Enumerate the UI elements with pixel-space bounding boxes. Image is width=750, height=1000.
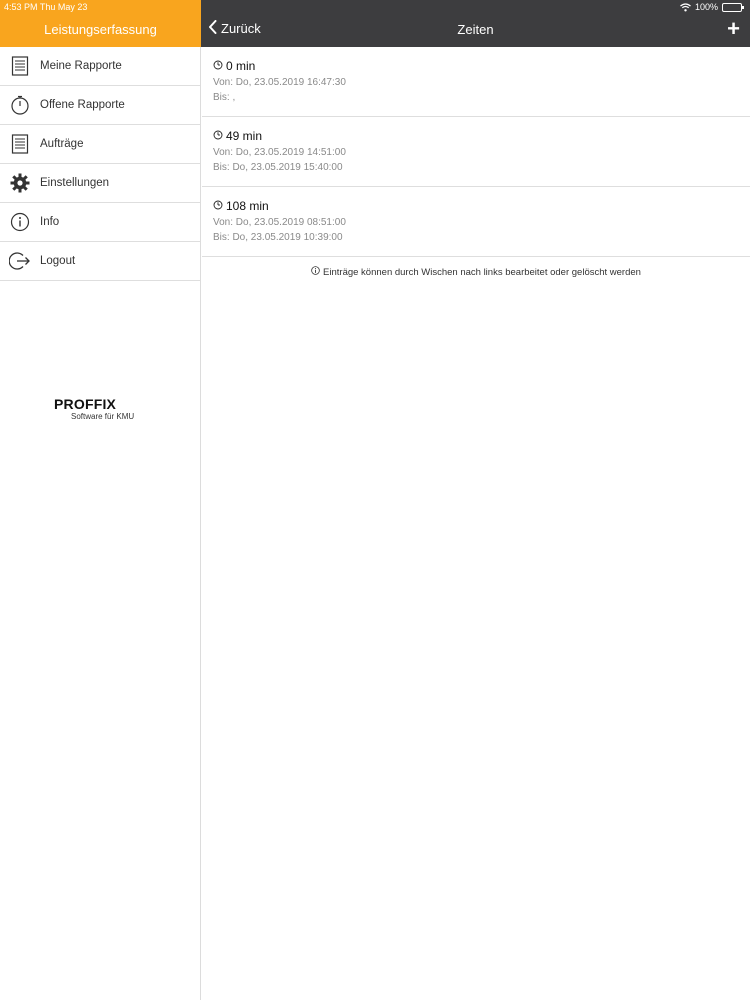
sidebar-item-meine-rapporte[interactable]: Meine Rapporte (0, 47, 200, 86)
timer-icon (213, 59, 223, 73)
sidebar-item-label: Logout (40, 255, 76, 267)
document-list-icon (9, 133, 31, 155)
status-indicators: 100% (680, 2, 744, 12)
proffix-logo: PROFFIX Software für KMU (54, 396, 134, 421)
time-entries-list: 0 min Von: Do, 23.05.2019 16:47:30 Bis: … (202, 47, 750, 278)
sidebar-title: Leistungserfassung (44, 22, 157, 37)
sidebar-item-einstellungen[interactable]: Einstellungen (0, 164, 200, 203)
wifi-icon (680, 2, 691, 12)
swipe-hint: Einträge können durch Wischen nach links… (202, 266, 750, 278)
sidebar-item-logout[interactable]: Logout (0, 242, 200, 281)
list-item[interactable]: 0 min Von: Do, 23.05.2019 16:47:30 Bis: … (202, 47, 750, 117)
logout-icon (9, 250, 31, 272)
entry-from: Von: Do, 23.05.2019 14:51:00 (213, 147, 346, 158)
list-item[interactable]: 49 min Von: Do, 23.05.2019 14:51:00 Bis:… (202, 117, 750, 187)
entry-from: Von: Do, 23.05.2019 08:51:00 (213, 217, 346, 228)
sidebar-item-label: Offene Rapporte (40, 99, 125, 111)
info-icon (311, 266, 320, 278)
entry-from: Von: Do, 23.05.2019 16:47:30 (213, 77, 346, 88)
add-button[interactable]: + (727, 18, 740, 40)
entry-to: Bis: Do, 23.05.2019 10:39:00 (213, 232, 343, 243)
info-icon (9, 211, 31, 233)
sidebar-item-label: Aufträge (40, 138, 84, 150)
sidebar-item-info[interactable]: Info (0, 203, 200, 242)
entry-to: Bis: , (213, 92, 236, 103)
entry-duration: 108 min (226, 199, 269, 213)
logo-tagline: Software für KMU (71, 412, 135, 421)
sidebar: Meine Rapporte Offene Rapporte Aufträge (0, 47, 201, 1000)
sidebar-item-auftraege[interactable]: Aufträge (0, 125, 200, 164)
timer-icon (213, 199, 223, 213)
logo-name: PROFFIX (54, 396, 117, 412)
sidebar-item-offene-rapporte[interactable]: Offene Rapporte (0, 86, 200, 125)
page-title: Zeiten (457, 22, 494, 37)
battery-icon (722, 2, 744, 12)
sidebar-item-label: Einstellungen (40, 177, 110, 189)
hint-text: Einträge können durch Wischen nach links… (323, 266, 641, 278)
sidebar-item-label: Meine Rapporte (40, 60, 122, 72)
entry-duration: 49 min (226, 129, 263, 143)
status-time: 4:53 PM Thu May 23 (4, 2, 88, 12)
document-list-icon (9, 55, 31, 77)
gear-icon (9, 172, 31, 194)
battery-percent: 100% (694, 2, 718, 12)
timer-icon (213, 129, 223, 143)
list-item[interactable]: 108 min Von: Do, 23.05.2019 08:51:00 Bis… (202, 187, 750, 257)
sidebar-item-label: Info (40, 216, 60, 228)
entry-to: Bis: Do, 23.05.2019 15:40:00 (213, 162, 343, 173)
stopwatch-icon (9, 94, 31, 116)
entry-duration: 0 min (226, 59, 256, 73)
